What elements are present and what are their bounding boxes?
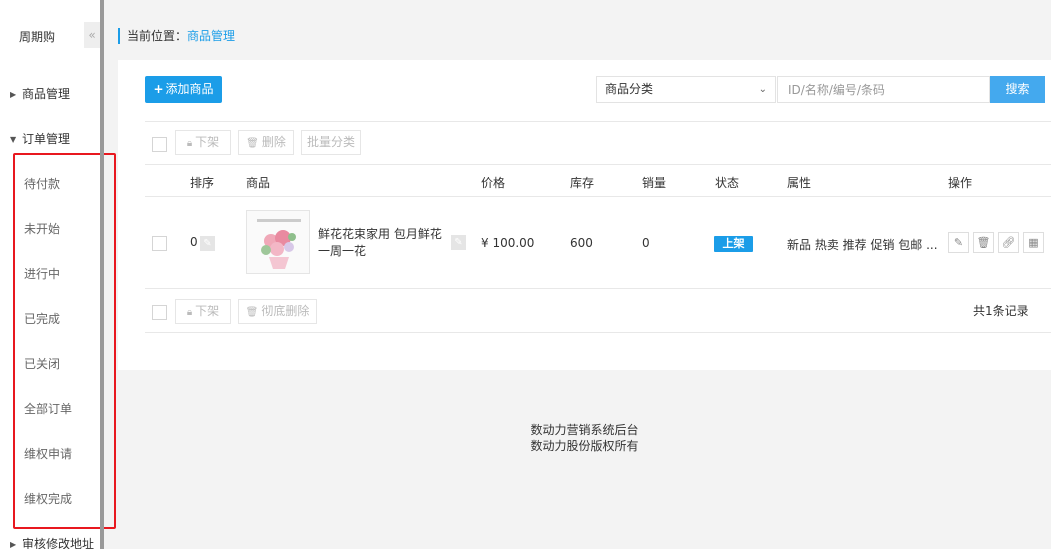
breadcrumb: 当前位置：商品管理 — [118, 28, 235, 44]
collapse-icon[interactable]: « — [84, 22, 100, 48]
trash-icon: 🗑︎ — [976, 236, 991, 249]
nav-group-products[interactable]: ▶ 商品管理 — [10, 85, 70, 102]
status-badge[interactable]: 上架 — [714, 236, 753, 252]
delete-permanent-label: 彻底删除 — [261, 304, 310, 318]
delete-button[interactable]: 🗑︎ 删除 — [238, 130, 294, 155]
edit-sort-icon[interactable]: ✎ — [200, 236, 215, 251]
row-checkbox[interactable] — [152, 236, 167, 251]
divider — [145, 332, 1051, 333]
header-stock: 库存 — [570, 176, 595, 190]
caret-right-icon: ▶ — [10, 90, 17, 99]
offshelf-button[interactable]: 🔒︎ 下架 — [175, 130, 231, 155]
add-product-label: 添加商品 — [165, 82, 214, 96]
main-panel: +添加商品 商品分类 ⌄ 搜索 🔒︎下架 🗑︎删除 批量分类 排序 商品 价格 … — [118, 60, 1051, 370]
nav-group-label: 订单管理 — [22, 132, 71, 146]
divider — [145, 121, 1051, 122]
row-stock: 600 — [570, 236, 593, 250]
trash-icon: 🗑︎ — [245, 307, 259, 318]
offshelf-label: 下架 — [195, 304, 220, 318]
header-attributes: 属性 — [787, 176, 812, 190]
qrcode-button[interactable]: ▦ — [1023, 232, 1044, 253]
flower-bouquet-image — [247, 211, 309, 273]
divider — [145, 164, 1051, 165]
caret-down-icon: ▼ — [10, 135, 17, 144]
nav-group-orders[interactable]: ▼ 订单管理 — [10, 130, 70, 147]
breadcrumb-current-link[interactable]: 商品管理 — [187, 29, 235, 43]
nav-group-review-address[interactable]: ▶ 审核修改地址 — [10, 535, 94, 549]
delete-row-button[interactable]: 🗑︎ — [973, 232, 994, 253]
qrcode-icon: ▦ — [1028, 236, 1039, 249]
search-input[interactable] — [777, 76, 990, 103]
edit-name-icon[interactable]: ✎ — [451, 235, 466, 250]
chevron-down-icon: ⌄ — [758, 84, 767, 95]
header-product: 商品 — [246, 176, 271, 190]
offshelf-label: 下架 — [195, 135, 220, 149]
footer: 数动力营销系统后台 数动力股份版权所有 — [118, 422, 1051, 454]
row-attributes: 新品 热卖 推荐 促销 包邮 ... — [787, 238, 938, 252]
footer-line-1: 数动力营销系统后台 — [530, 423, 639, 437]
offshelf-button-bottom[interactable]: 🔒︎ 下架 — [175, 299, 231, 324]
batch-category-button[interactable]: 批量分类 — [301, 130, 361, 155]
nav-group-label: 商品管理 — [22, 87, 71, 101]
category-select[interactable]: 商品分类 ⌄ — [596, 76, 776, 103]
sidebar: 周期购 « ▶ 商品管理 ▼ 订单管理 待付款 未开始 进行中 已完成 已关闭 全部… — [0, 0, 116, 549]
link-icon: 🔗︎ — [1001, 236, 1016, 249]
copy-link-button[interactable]: 🔗︎ — [998, 232, 1019, 253]
edit-button[interactable]: ✎ — [948, 232, 969, 253]
lock-icon: 🔒︎ — [186, 307, 193, 318]
product-thumbnail[interactable] — [246, 210, 310, 274]
trash-icon: 🗑︎ — [246, 138, 259, 149]
record-count: 共1条记录 — [973, 304, 1029, 318]
pencil-icon: ✎ — [953, 236, 964, 249]
breadcrumb-label: 当前位置： — [127, 29, 188, 43]
category-select-value: 商品分类 — [605, 82, 654, 96]
lock-icon: 🔒︎ — [186, 138, 193, 149]
delete-label: 删除 — [261, 135, 286, 149]
plus-icon: + — [153, 82, 164, 96]
header-sales: 销量 — [642, 176, 667, 190]
search-button[interactable]: 搜索 — [990, 76, 1045, 103]
divider — [145, 196, 1051, 197]
row-sort-value: 0 — [190, 235, 198, 249]
add-product-button[interactable]: + 添加商品 — [145, 76, 222, 103]
header-price: 价格 — [481, 176, 506, 190]
row-price: ¥ 100.00 — [481, 236, 535, 250]
select-all-checkbox[interactable] — [152, 137, 167, 152]
footer-line-2: 数动力股份版权所有 — [530, 439, 639, 453]
product-name[interactable]: 鲜花花束家用 包月鲜花一周一花 — [318, 226, 448, 260]
caret-right-icon: ▶ — [10, 540, 17, 549]
nav-group-label: 审核修改地址 — [22, 537, 95, 549]
select-all-checkbox-bottom[interactable] — [152, 305, 167, 320]
divider — [145, 288, 1051, 289]
header-actions: 操作 — [948, 176, 973, 190]
sidebar-scrollbar[interactable] — [100, 0, 104, 549]
header-sort: 排序 — [190, 176, 215, 190]
delete-permanent-button[interactable]: 🗑︎ 彻底删除 — [238, 299, 317, 324]
header-status: 状态 — [715, 176, 740, 190]
row-sales: 0 — [642, 236, 650, 250]
brand-title: 周期购 — [19, 30, 56, 44]
